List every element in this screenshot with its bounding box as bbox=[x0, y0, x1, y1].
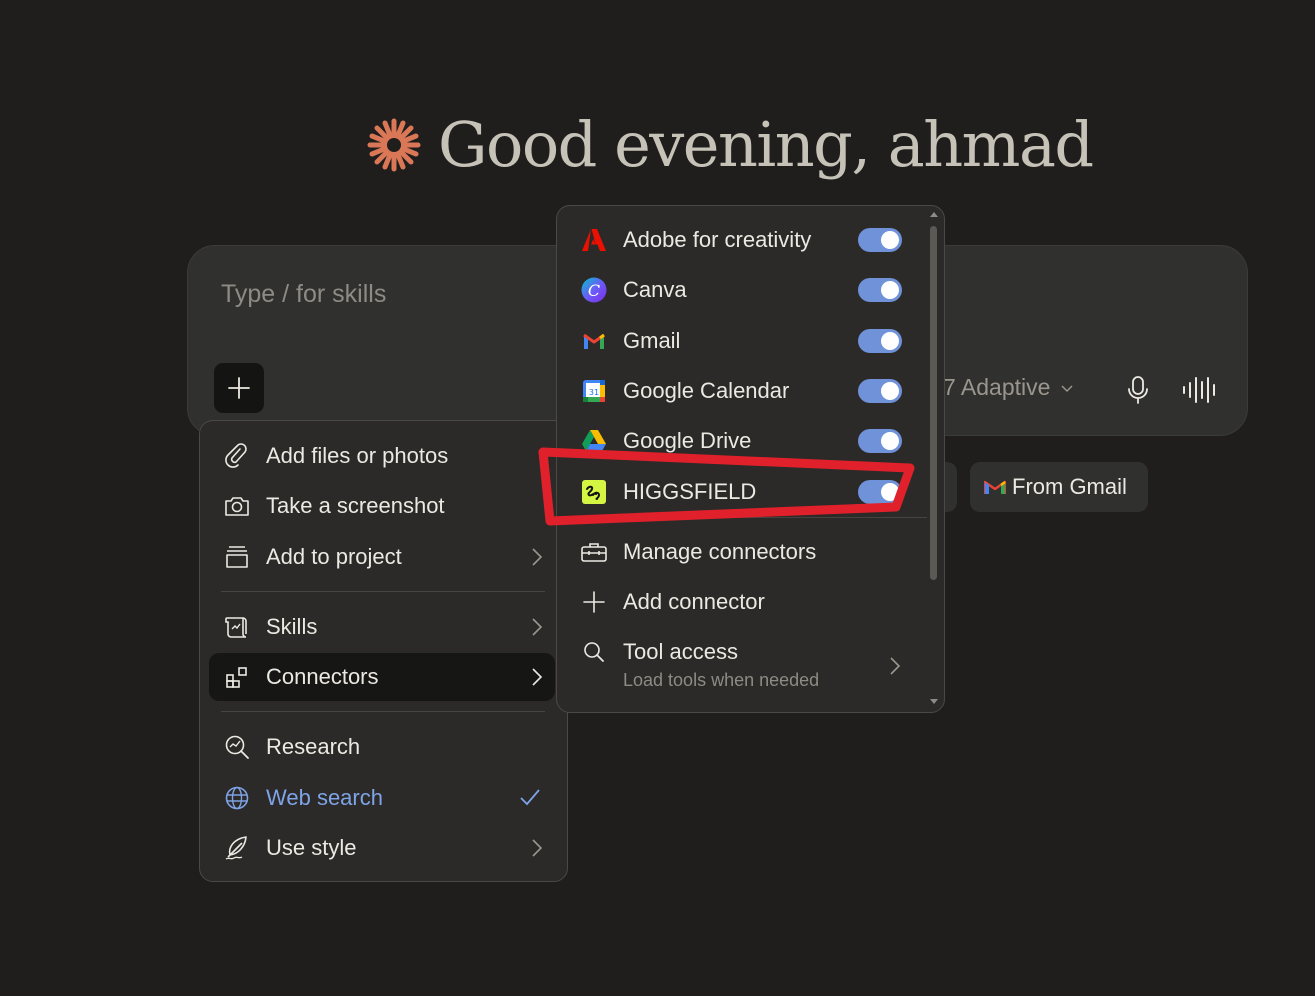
menu-divider bbox=[221, 591, 545, 592]
canva-icon: C bbox=[581, 277, 607, 303]
menu-item-label: Use style bbox=[266, 835, 357, 860]
tool-access-sublabel: Load tools when needed bbox=[623, 670, 820, 690]
voice-mode-icon[interactable] bbox=[1182, 376, 1218, 404]
plus-menu: Add files or photos Take a screenshot Ad… bbox=[199, 420, 568, 882]
search-icon bbox=[581, 639, 607, 665]
plus-icon bbox=[581, 589, 607, 615]
connector-toggle[interactable] bbox=[858, 278, 902, 302]
gmail-icon bbox=[581, 328, 607, 354]
add-connector-item[interactable]: Add connector bbox=[567, 578, 915, 626]
tool-access-label: Tool access bbox=[623, 639, 738, 664]
svg-text:31: 31 bbox=[589, 388, 599, 397]
menu-item-add-files[interactable]: Add files or photos bbox=[209, 432, 555, 480]
connector-toggle[interactable] bbox=[858, 480, 902, 504]
connector-label: Google Calendar bbox=[623, 378, 790, 403]
prompt-input[interactable]: Type / for skills bbox=[221, 280, 386, 309]
menu-item-connectors[interactable]: Connectors bbox=[209, 653, 555, 701]
connector-toggle[interactable] bbox=[858, 429, 902, 453]
menu-item-label: Web search bbox=[266, 785, 383, 810]
greeting: Good evening, ahmad bbox=[366, 108, 1094, 181]
camera-icon bbox=[223, 492, 251, 520]
globe-icon bbox=[223, 784, 251, 812]
connector-label: HIGGSFIELD bbox=[623, 479, 757, 504]
menu-item-use-style[interactable]: Use style bbox=[209, 824, 555, 872]
chevron-right-icon bbox=[532, 618, 543, 636]
tool-access-item[interactable]: Tool access bbox=[567, 628, 915, 676]
chevron-down-icon bbox=[1061, 384, 1073, 392]
menu-item-label: Add files or photos bbox=[266, 443, 449, 468]
google-drive-icon bbox=[581, 428, 607, 454]
connector-label: Google Drive bbox=[623, 428, 752, 453]
connector-adobe[interactable]: Adobe for creativity bbox=[567, 216, 915, 264]
svg-text:C: C bbox=[588, 281, 600, 300]
plus-icon bbox=[228, 377, 250, 399]
menu-item-research[interactable]: Research bbox=[209, 723, 555, 771]
from-gmail-chip[interactable]: From Gmail bbox=[970, 462, 1148, 512]
microphone-icon[interactable] bbox=[1126, 375, 1150, 405]
greeting-title: Good evening, ahmad bbox=[438, 108, 1094, 181]
scrollbar-thumb[interactable] bbox=[930, 226, 937, 580]
adobe-icon bbox=[581, 227, 607, 253]
feather-icon bbox=[223, 834, 251, 862]
connector-label: Canva bbox=[623, 277, 687, 302]
claude-spark-icon bbox=[367, 118, 421, 171]
checkmark-icon bbox=[520, 789, 540, 806]
from-gmail-label: From Gmail bbox=[1012, 474, 1127, 499]
menu-divider bbox=[221, 711, 545, 712]
scroll-up-icon[interactable] bbox=[929, 210, 939, 218]
menu-item-label: Add to project bbox=[266, 544, 402, 569]
paperclip-icon bbox=[223, 442, 251, 470]
connector-label: Gmail bbox=[623, 328, 681, 353]
menu-divider bbox=[579, 517, 927, 518]
chevron-right-icon bbox=[532, 668, 543, 686]
google-calendar-icon: 31 bbox=[581, 378, 607, 404]
connector-google-calendar[interactable]: 31 Google Calendar bbox=[567, 367, 915, 415]
menu-item-label: Skills bbox=[266, 614, 318, 639]
connector-canva[interactable]: C Canva bbox=[567, 266, 915, 314]
connector-toggle[interactable] bbox=[858, 329, 902, 353]
connector-label: Adobe for creativity bbox=[623, 227, 812, 252]
toolbox-icon bbox=[581, 539, 607, 565]
scroll-down-icon[interactable] bbox=[929, 698, 939, 706]
gmail-icon bbox=[984, 480, 1006, 494]
connectors-menu: Adobe for creativity C Canva Gmail 31 Go… bbox=[556, 205, 945, 713]
higgsfield-icon bbox=[581, 479, 607, 505]
research-icon bbox=[223, 733, 251, 761]
chevron-right-icon bbox=[890, 657, 901, 675]
connector-toggle[interactable] bbox=[858, 228, 902, 252]
model-selector-label: 7 Adaptive bbox=[943, 374, 1051, 400]
connector-gmail[interactable]: Gmail bbox=[567, 317, 915, 365]
connector-toggle[interactable] bbox=[858, 379, 902, 403]
menu-item-add-to-project[interactable]: Add to project bbox=[209, 533, 555, 581]
menu-item-label: Research bbox=[266, 734, 361, 759]
manage-connectors-item[interactable]: Manage connectors bbox=[567, 528, 915, 576]
connector-google-drive[interactable]: Google Drive bbox=[567, 417, 915, 465]
project-box-icon bbox=[223, 543, 251, 571]
menu-item-skills[interactable]: Skills bbox=[209, 603, 555, 651]
model-selector[interactable]: 7 Adaptive bbox=[943, 374, 1074, 401]
connectors-icon bbox=[223, 663, 251, 691]
add-button[interactable] bbox=[214, 363, 264, 413]
scroll-icon bbox=[223, 613, 251, 641]
chevron-right-icon bbox=[532, 548, 543, 566]
chevron-right-icon bbox=[532, 839, 543, 857]
menu-item-take-screenshot[interactable]: Take a screenshot bbox=[209, 482, 555, 530]
menu-item-web-search[interactable]: Web search bbox=[209, 774, 555, 822]
action-label: Manage connectors bbox=[623, 539, 817, 564]
action-label: Add connector bbox=[623, 589, 765, 614]
menu-item-label: Take a screenshot bbox=[266, 493, 445, 518]
connector-higgsfield[interactable]: HIGGSFIELD bbox=[567, 468, 915, 516]
menu-item-label: Connectors bbox=[266, 664, 379, 689]
